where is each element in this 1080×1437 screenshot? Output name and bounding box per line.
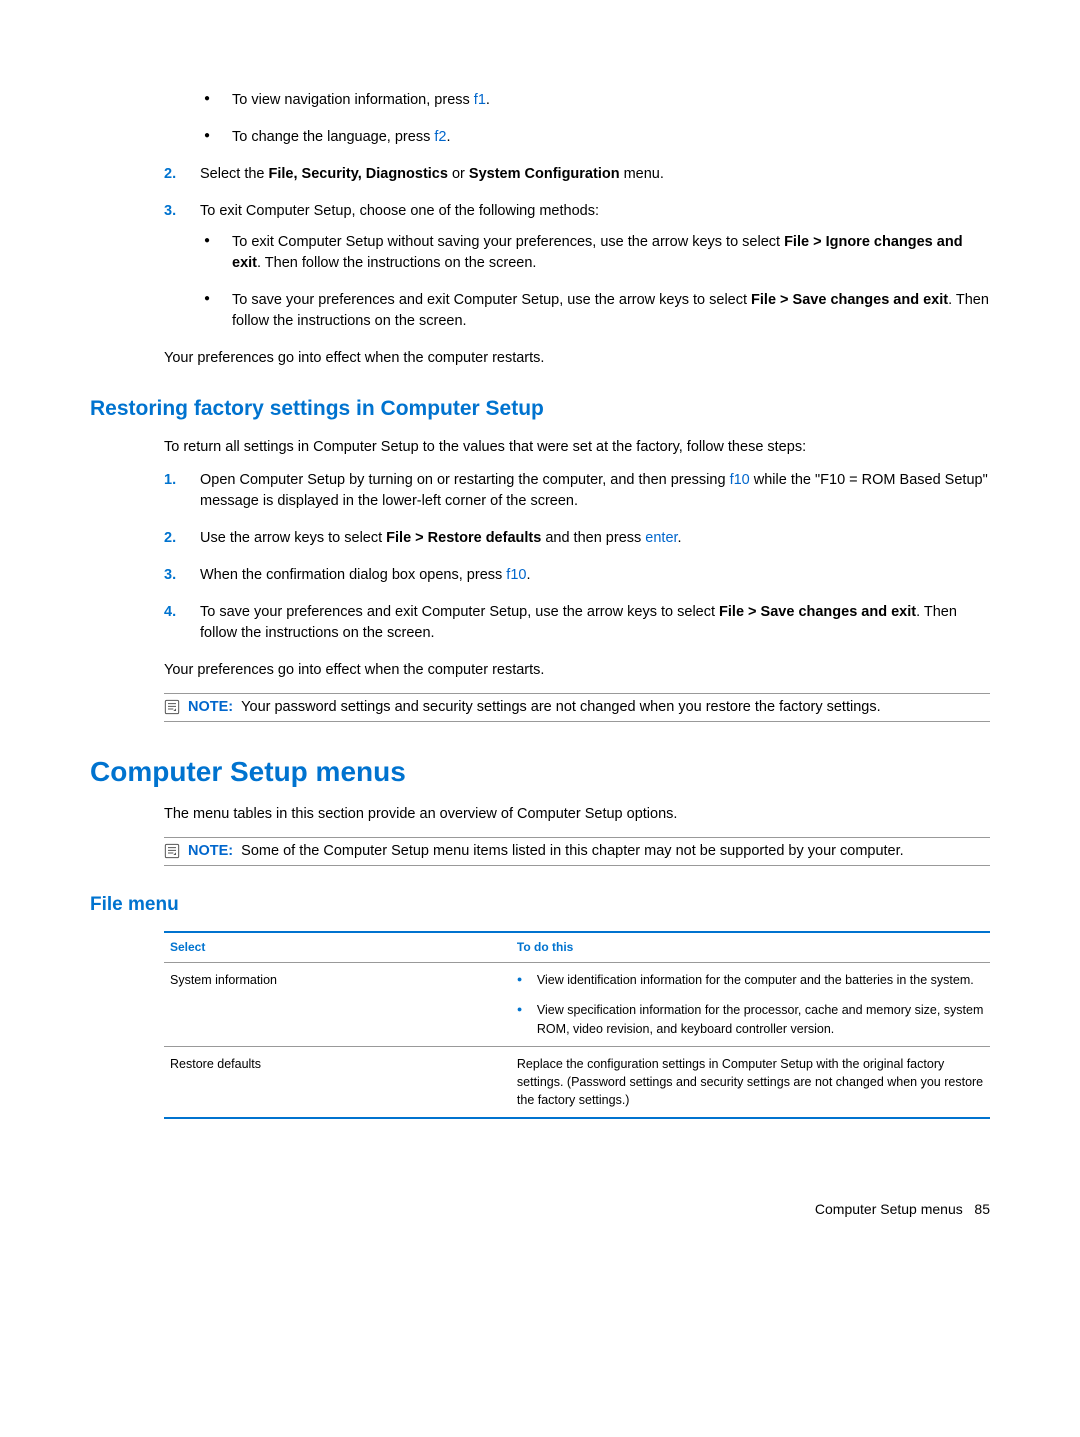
list-item: View identification information for the …: [517, 971, 984, 989]
text: menu.: [620, 166, 664, 182]
text: To change the language, press: [232, 129, 434, 145]
list-item: Open Computer Setup by turning on or res…: [164, 470, 990, 512]
page-footer: Computer Setup menus 85: [90, 1199, 990, 1219]
key-enter: enter: [645, 530, 677, 546]
heading-restore-factory: Restoring factory settings in Computer S…: [90, 394, 990, 424]
text: When the confirmation dialog box opens, …: [200, 567, 506, 583]
list-item: To save your preferences and exit Comput…: [164, 602, 990, 644]
text: .: [446, 129, 450, 145]
file-menu-table-container: Select To do this System information Vie…: [164, 931, 990, 1119]
note-text: NOTE: Some of the Computer Setup menu it…: [188, 841, 904, 862]
text: . Then follow the instructions on the sc…: [257, 255, 536, 271]
heading-file-menu: File menu: [90, 891, 990, 919]
steps-container: Select the File, Security, Diagnostics o…: [164, 164, 990, 369]
text-bold: File > Save changes and exit: [719, 604, 916, 620]
text: Use the arrow keys to select: [200, 530, 386, 546]
note-icon: [164, 843, 180, 859]
note-block: NOTE: Your password settings and securit…: [164, 693, 990, 722]
key-f2: f2: [434, 129, 446, 145]
paragraph: Your preferences go into effect when the…: [164, 660, 990, 681]
menus-intro: The menu tables in this section provide …: [164, 804, 990, 825]
text-bold: System Configuration: [469, 166, 620, 182]
text: or: [448, 166, 469, 182]
text: To save your preferences and exit Comput…: [232, 292, 751, 308]
note-icon: [164, 699, 180, 715]
cell-select: Restore defaults: [164, 1046, 511, 1118]
text: To save your preferences and exit Comput…: [200, 604, 719, 620]
list-item: To exit Computer Setup without saving yo…: [200, 232, 990, 274]
file-menu-table: Select To do this System information Vie…: [164, 931, 990, 1119]
note-text: NOTE: Your password settings and securit…: [188, 697, 881, 718]
key-f10: f10: [506, 567, 526, 583]
heading-computer-setup-menus: Computer Setup menus: [90, 752, 990, 793]
note-block: NOTE: Some of the Computer Setup menu it…: [164, 837, 990, 866]
text: and then press: [541, 530, 645, 546]
paragraph: The menu tables in this section provide …: [164, 804, 990, 825]
note-label: NOTE:: [188, 699, 233, 715]
restore-body: To return all settings in Computer Setup…: [164, 437, 990, 681]
text: Open Computer Setup by turning on or res…: [200, 472, 730, 488]
table-row: Restore defaults Replace the configurati…: [164, 1046, 990, 1118]
text-bold: File > Restore defaults: [386, 530, 541, 546]
key-f10: f10: [730, 472, 750, 488]
text: To exit Computer Setup without saving yo…: [232, 234, 784, 250]
intro-bullets-container: To view navigation information, press f1…: [164, 90, 990, 148]
footer-label: Computer Setup menus: [815, 1201, 963, 1217]
text: .: [526, 567, 530, 583]
text: To exit Computer Setup, choose one of th…: [200, 203, 599, 219]
text: Select the: [200, 166, 269, 182]
table-header-select: Select: [164, 932, 511, 963]
note-label: NOTE:: [188, 843, 233, 859]
list-item: To save your preferences and exit Comput…: [200, 290, 990, 332]
cell-todo: Replace the configuration settings in Co…: [511, 1046, 990, 1118]
table-row: System information View identification i…: [164, 963, 990, 1046]
table-header-todo: To do this: [511, 932, 990, 963]
list-item: When the confirmation dialog box opens, …: [164, 565, 990, 586]
text: .: [486, 92, 490, 108]
text-bold: File, Security, Diagnostics: [269, 166, 448, 182]
list-item: View specification information for the p…: [517, 1001, 984, 1037]
paragraph: Your preferences go into effect when the…: [164, 348, 990, 369]
text: Your password settings and security sett…: [241, 699, 880, 715]
key-f1: f1: [474, 92, 486, 108]
text-bold: File > Save changes and exit: [751, 292, 948, 308]
list-item: Select the File, Security, Diagnostics o…: [164, 164, 990, 185]
page-number: 85: [974, 1201, 990, 1217]
list-item: Use the arrow keys to select File > Rest…: [164, 528, 990, 549]
text: .: [678, 530, 682, 546]
text: Some of the Computer Setup menu items li…: [241, 843, 904, 859]
text: To view navigation information, press: [232, 92, 474, 108]
list-item: To change the language, press f2.: [200, 127, 990, 148]
cell-todo: View identification information for the …: [511, 963, 990, 1046]
paragraph: To return all settings in Computer Setup…: [164, 437, 990, 458]
list-item: To view navigation information, press f1…: [200, 90, 990, 111]
list-item: To exit Computer Setup, choose one of th…: [164, 201, 990, 332]
cell-select: System information: [164, 963, 511, 1046]
